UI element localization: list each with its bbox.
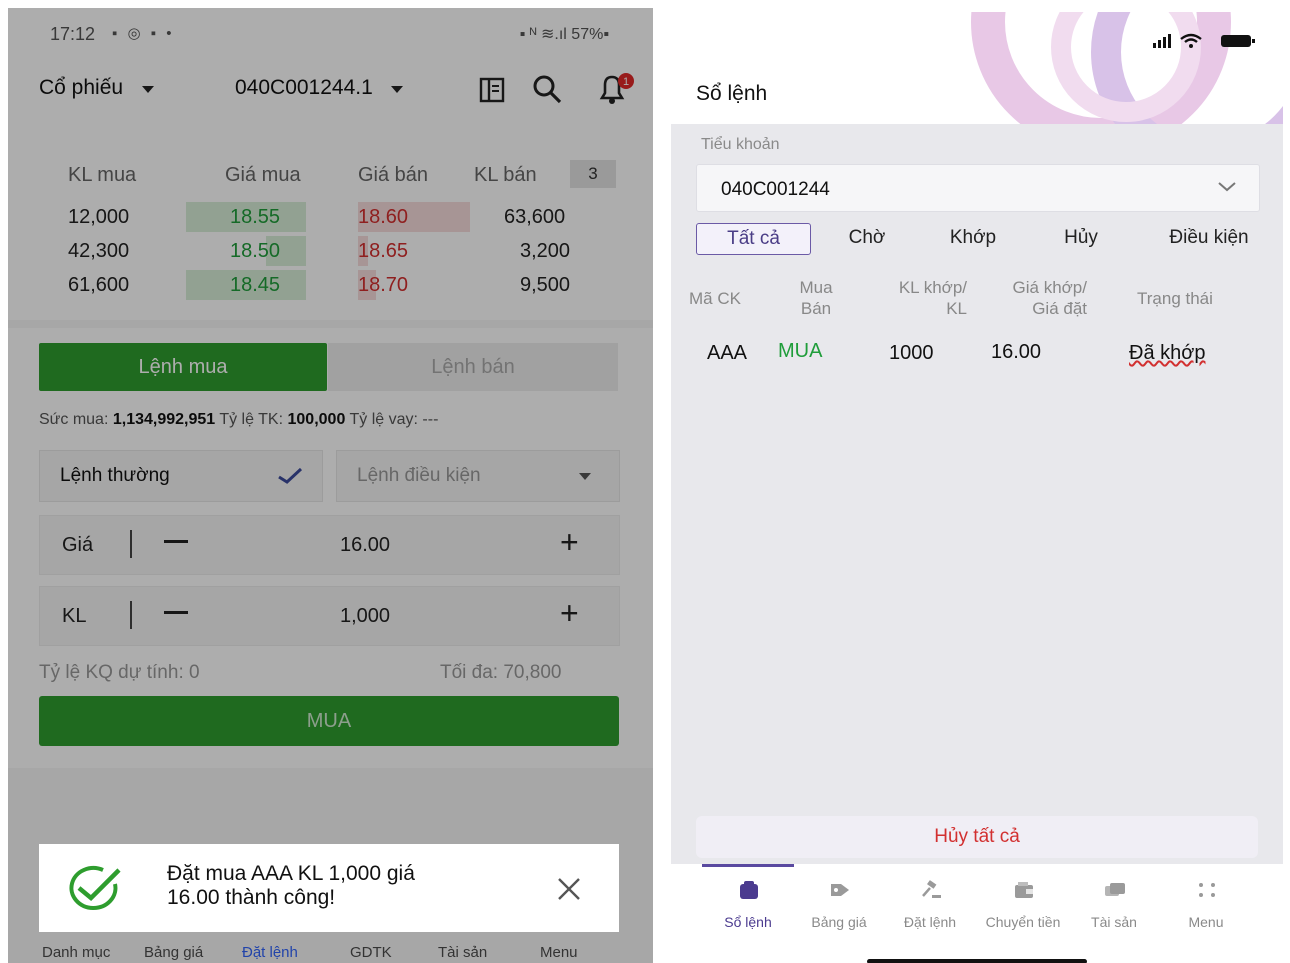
nav-item-menu[interactable]: Menu (540, 944, 578, 961)
nav-item-chuyen-tien[interactable]: Chuyển tiền (977, 864, 1069, 944)
row-side: MUA (778, 340, 823, 362)
chevron-down-icon (1218, 182, 1236, 192)
bottom-navigation: Danh mục Bảng giá Đặt lệnh GDTK Tài sản … (8, 938, 653, 963)
nav-item-tai-san[interactable]: Tài sản (1068, 864, 1160, 944)
nav-item-tai-san[interactable]: Tài sản (438, 944, 487, 961)
nav-label: Đặt lệnh (903, 914, 957, 930)
page-title: Sổ lệnh (696, 82, 768, 105)
col-symbol: Mã CK (689, 289, 741, 308)
tab-cancelled[interactable]: Hủy (1035, 223, 1127, 253)
tab-all[interactable]: Tất cả (696, 223, 811, 255)
table-row[interactable]: AAA MUA 1000 16.00 Đã khớp (671, 330, 1283, 376)
col-quantity: KL khớp/ KL (867, 277, 967, 319)
order-book-header: Sổ lệnh (671, 12, 1283, 124)
col-side-line2: Bán (800, 299, 832, 318)
row-status: Đã khớp (1129, 342, 1206, 364)
nav-label: Menu (1188, 914, 1224, 930)
success-toast: Đặt mua AAA KL 1,000 giá 16.00 thành côn… (39, 844, 619, 932)
col-quantity-line2: KL (946, 299, 967, 318)
home-indicator (867, 959, 1087, 963)
left-phone-screen: 17:12 ▪ ◎ ▪ • ▪ ᴺ ≋.ıl 57%▪ Cổ phiếu 040… (8, 8, 653, 963)
row-price: 16.00 (991, 341, 1042, 363)
col-price-line2: Giá đặt (1032, 299, 1087, 318)
grid-menu-icon (1199, 883, 1215, 897)
nav-item-danh-muc[interactable]: Danh mục (42, 944, 110, 961)
toast-line-2: 16.00 thành công! (167, 886, 336, 909)
cancel-all-button[interactable]: Hủy tất cả (696, 816, 1258, 858)
order-book-icon (740, 881, 758, 899)
nav-label: Tài sản (1091, 914, 1137, 930)
nav-item-bang-gia[interactable]: Bảng giá (144, 944, 203, 961)
nav-item-menu[interactable]: Menu (1160, 864, 1252, 944)
assets-icon (1105, 883, 1125, 896)
status-icons (1153, 33, 1255, 48)
right-phone-screen: Sổ lệnh Tiểu khoản 040C001244 Tất cả Chờ… (671, 12, 1283, 963)
tab-conditional[interactable]: Điều kiện (1149, 223, 1269, 253)
gavel-icon (922, 880, 941, 898)
dim-overlay (8, 8, 653, 963)
nav-label: Sổ lệnh (724, 914, 772, 930)
bottom-navigation: Sổ lệnh Bảng giá Đặt lệnh Chuyển tiền Tà… (671, 864, 1283, 963)
nav-item-gdtk[interactable]: GDTK (350, 944, 392, 961)
account-label: Tiểu khoản (701, 136, 780, 153)
check-circle-icon (69, 866, 121, 910)
nav-label: Chuyển tiền (985, 914, 1061, 930)
close-icon[interactable] (557, 877, 581, 901)
nav-item-dat-lenh[interactable]: Đặt lệnh (242, 944, 298, 961)
account-value: 040C001244 (721, 179, 830, 200)
col-status: Trạng thái (1137, 289, 1213, 308)
row-symbol: AAA (707, 342, 748, 364)
row-quantity: 1000 (889, 342, 934, 364)
nav-item-bang-gia[interactable]: Bảng giá (793, 864, 885, 944)
nav-label: Bảng giá (811, 914, 867, 930)
price-tag-icon (831, 884, 849, 896)
col-quantity-line1: KL khớp/ (898, 278, 967, 297)
toast-line-1: Đặt mua AAA KL 1,000 giá (167, 862, 415, 885)
nav-item-dat-lenh[interactable]: Đặt lệnh (884, 864, 976, 944)
col-price-line1: Giá khớp/ (1012, 278, 1087, 297)
col-side: Mua Bán (783, 277, 849, 319)
wallet-icon (1015, 882, 1033, 898)
account-select[interactable]: 040C001244 (696, 164, 1260, 212)
tab-matched[interactable]: Khớp (927, 223, 1019, 253)
nav-item-so-lenh[interactable]: Sổ lệnh (702, 864, 794, 944)
col-side-line1: Mua (799, 278, 833, 297)
tab-pending[interactable]: Chờ (821, 223, 913, 253)
col-price: Giá khớp/ Giá đặt (977, 277, 1087, 319)
toast-message: Đặt mua AAA KL 1,000 giá 16.00 thành côn… (167, 862, 415, 910)
